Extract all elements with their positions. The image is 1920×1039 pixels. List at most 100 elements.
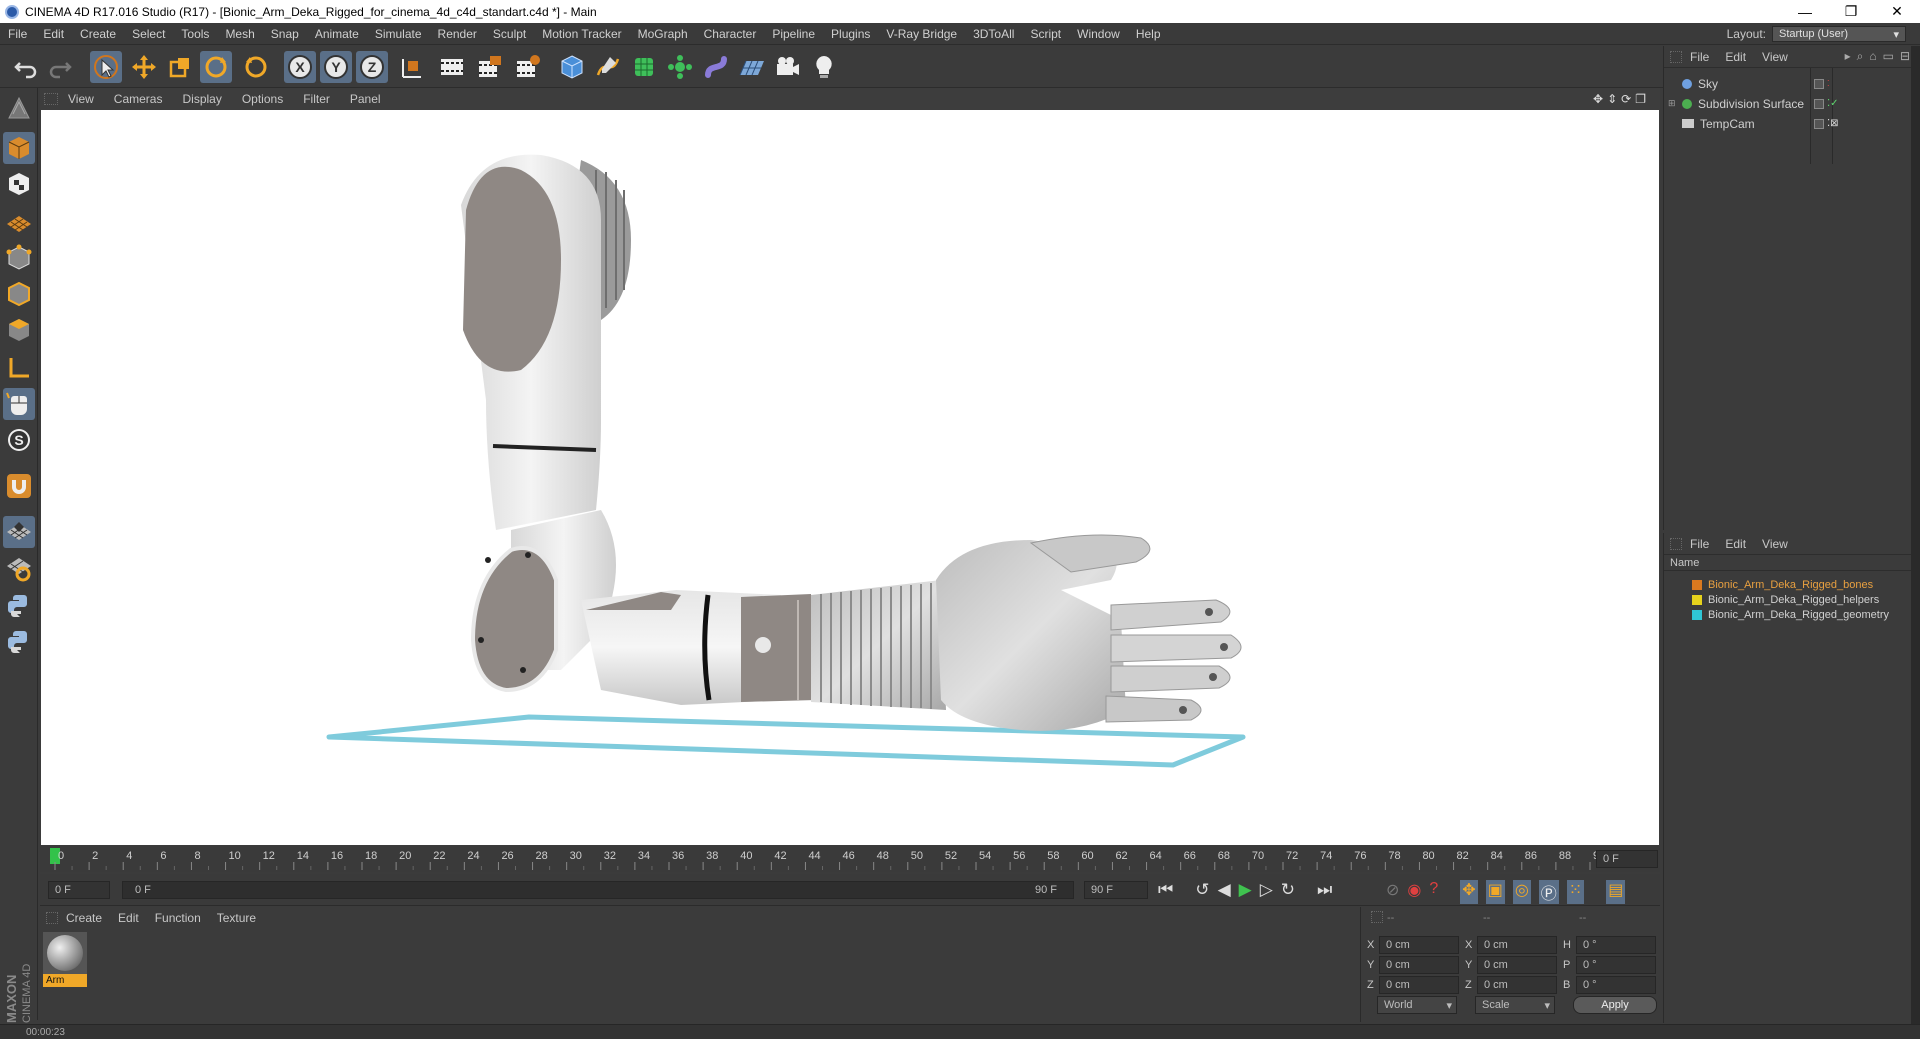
key-position-icon[interactable]: ✥: [1460, 880, 1478, 904]
viewport-menu-cameras[interactable]: Cameras: [104, 92, 173, 106]
menu-render[interactable]: Render: [430, 27, 485, 41]
layer-color-swatch[interactable]: [1692, 594, 1702, 605]
pen-spline-icon[interactable]: [592, 51, 624, 83]
lock-workplane-icon[interactable]: [3, 552, 35, 584]
timeline-window-icon[interactable]: ▤: [1606, 880, 1626, 904]
menu-select[interactable]: Select: [124, 27, 173, 41]
play-arrow-icon[interactable]: ▸: [1845, 49, 1851, 64]
camera-icon[interactable]: [772, 51, 804, 83]
go-to-end-icon[interactable]: ⏭: [1317, 880, 1332, 900]
tweak-mode-icon[interactable]: [3, 388, 35, 420]
new-window-icon[interactable]: ⊟: [1900, 49, 1910, 64]
floor-icon[interactable]: [736, 51, 768, 83]
apply-button[interactable]: Apply: [1573, 996, 1657, 1014]
layer-row[interactable]: Bionic_Arm_Deka_Rigged_bones: [1664, 577, 1904, 592]
rotate-icon[interactable]: [200, 51, 232, 83]
key-rotation-icon[interactable]: ◎: [1512, 880, 1531, 904]
python-icon-2[interactable]: [3, 626, 35, 658]
key-scale-icon[interactable]: ▣: [1485, 880, 1505, 904]
rot-p-field[interactable]: 0 °: [1576, 956, 1656, 974]
visibility-dots-icon[interactable]: ⁚: [1827, 79, 1830, 88]
z-axis-icon[interactable]: Z: [356, 51, 388, 83]
autokey-icon[interactable]: ◉: [1407, 880, 1421, 904]
layer-row[interactable]: Bionic_Arm_Deka_Rigged_helpers: [1664, 592, 1904, 607]
close-button[interactable]: ✕: [1874, 0, 1920, 23]
magnet-icon[interactable]: [3, 470, 35, 502]
solo-icon[interactable]: S: [3, 424, 35, 456]
expand-icon[interactable]: ⊞: [1668, 98, 1680, 109]
menu-tools[interactable]: Tools: [173, 27, 217, 41]
rot-b-field[interactable]: 0 °: [1576, 976, 1656, 994]
viewport-maximize-icon[interactable]: ❐: [1635, 92, 1646, 106]
objects-menu-edit[interactable]: Edit: [1717, 50, 1754, 64]
current-frame-field[interactable]: 0 F: [1596, 850, 1658, 868]
x-axis-icon[interactable]: X: [284, 51, 316, 83]
play-icon[interactable]: ▶: [1239, 880, 1252, 900]
menu-character[interactable]: Character: [696, 27, 765, 41]
edit-render-settings-icon[interactable]: [512, 51, 544, 83]
material-swatch[interactable]: Arm: [43, 932, 87, 990]
home-icon[interactable]: ⌂: [1869, 49, 1876, 64]
menu-sculpt[interactable]: Sculpt: [485, 27, 534, 41]
viewport-menu-filter[interactable]: Filter: [293, 92, 340, 106]
menu-plugins[interactable]: Plugins: [823, 27, 878, 41]
cloner-icon[interactable]: [664, 51, 696, 83]
coordinate-system-icon[interactable]: [396, 51, 428, 83]
undo-icon[interactable]: [10, 51, 42, 83]
size-z-field[interactable]: 0 cm: [1477, 976, 1557, 994]
deformer-icon[interactable]: [700, 51, 732, 83]
viewport-menu-view[interactable]: View: [58, 92, 104, 106]
menu-3dtoall[interactable]: 3DToAll: [965, 27, 1022, 41]
end-frame-field[interactable]: 90 F: [1084, 881, 1148, 899]
menu-simulate[interactable]: Simulate: [367, 27, 430, 41]
make-editable-icon[interactable]: [3, 92, 35, 124]
size-x-field[interactable]: 0 cm: [1477, 936, 1557, 954]
axis-mode-icon[interactable]: [3, 352, 35, 384]
menu-help[interactable]: Help: [1128, 27, 1169, 41]
layer-color-swatch[interactable]: [1692, 609, 1702, 620]
next-key-icon[interactable]: ↻: [1281, 880, 1295, 900]
minimize-button[interactable]: —: [1782, 0, 1828, 23]
collapse-icon[interactable]: ▭: [1883, 49, 1894, 64]
viewport-rotate-icon[interactable]: ⟳: [1621, 92, 1631, 106]
y-axis-icon[interactable]: Y: [320, 51, 352, 83]
model-mode-icon[interactable]: [3, 132, 35, 164]
timeline-ruler[interactable]: 0 2 4 6 8 10 12 14 16 18 20 22 24 26 28 30 32 34 36 38 40 42 4…: [40, 846, 1660, 872]
menu-edit[interactable]: Edit: [35, 27, 72, 41]
start-frame-field[interactable]: 0 F: [48, 881, 110, 899]
points-mode-icon[interactable]: [3, 242, 35, 274]
size-y-field[interactable]: 0 cm: [1477, 956, 1557, 974]
material-menu-function[interactable]: Function: [147, 911, 209, 925]
menu-snap[interactable]: Snap: [263, 27, 307, 41]
objects-menu-view[interactable]: View: [1754, 50, 1796, 64]
object-row-sky[interactable]: Sky ⁚: [1664, 74, 1904, 93]
menu-animate[interactable]: Animate: [307, 27, 367, 41]
snapping-icon[interactable]: [3, 516, 35, 548]
subdivision-surface-icon[interactable]: [628, 51, 660, 83]
viewport-zoom-icon[interactable]: ⇕: [1607, 92, 1617, 106]
keyframe-selection-icon[interactable]: ?: [1429, 880, 1438, 904]
polygons-mode-icon[interactable]: [3, 314, 35, 346]
cube-icon[interactable]: [556, 51, 588, 83]
restore-button[interactable]: ❐: [1828, 0, 1874, 23]
right-side-tabs[interactable]: [1911, 46, 1920, 1024]
render-picture-viewer-icon[interactable]: [474, 51, 506, 83]
viewport-move-icon[interactable]: ✥: [1593, 92, 1603, 106]
key-pla-icon[interactable]: ⁙: [1566, 880, 1585, 904]
menu-motion-tracker[interactable]: Motion Tracker: [534, 27, 629, 41]
size-mode-select[interactable]: Scale ▾: [1475, 996, 1555, 1014]
redo-icon[interactable]: [44, 51, 76, 83]
camera-tag-icon[interactable]: ⁚⊠: [1827, 118, 1839, 129]
menu-mesh[interactable]: Mesh: [217, 27, 262, 41]
layer-color-swatch[interactable]: [1692, 579, 1702, 590]
layout-select[interactable]: Startup (User) ▾: [1772, 26, 1906, 42]
menu-script[interactable]: Script: [1022, 27, 1069, 41]
previous-frame-icon[interactable]: ◀: [1218, 880, 1231, 900]
layer-row[interactable]: Bionic_Arm_Deka_Rigged_geometry: [1664, 607, 1904, 622]
recent-tool-icon[interactable]: [240, 51, 272, 83]
material-menu-create[interactable]: Create: [58, 911, 110, 925]
layer-checkbox[interactable]: [1814, 78, 1824, 89]
enabled-check-icon[interactable]: ⁚✓: [1827, 98, 1839, 109]
viewport-menu-display[interactable]: Display: [172, 92, 231, 106]
3d-viewport[interactable]: [41, 110, 1659, 845]
